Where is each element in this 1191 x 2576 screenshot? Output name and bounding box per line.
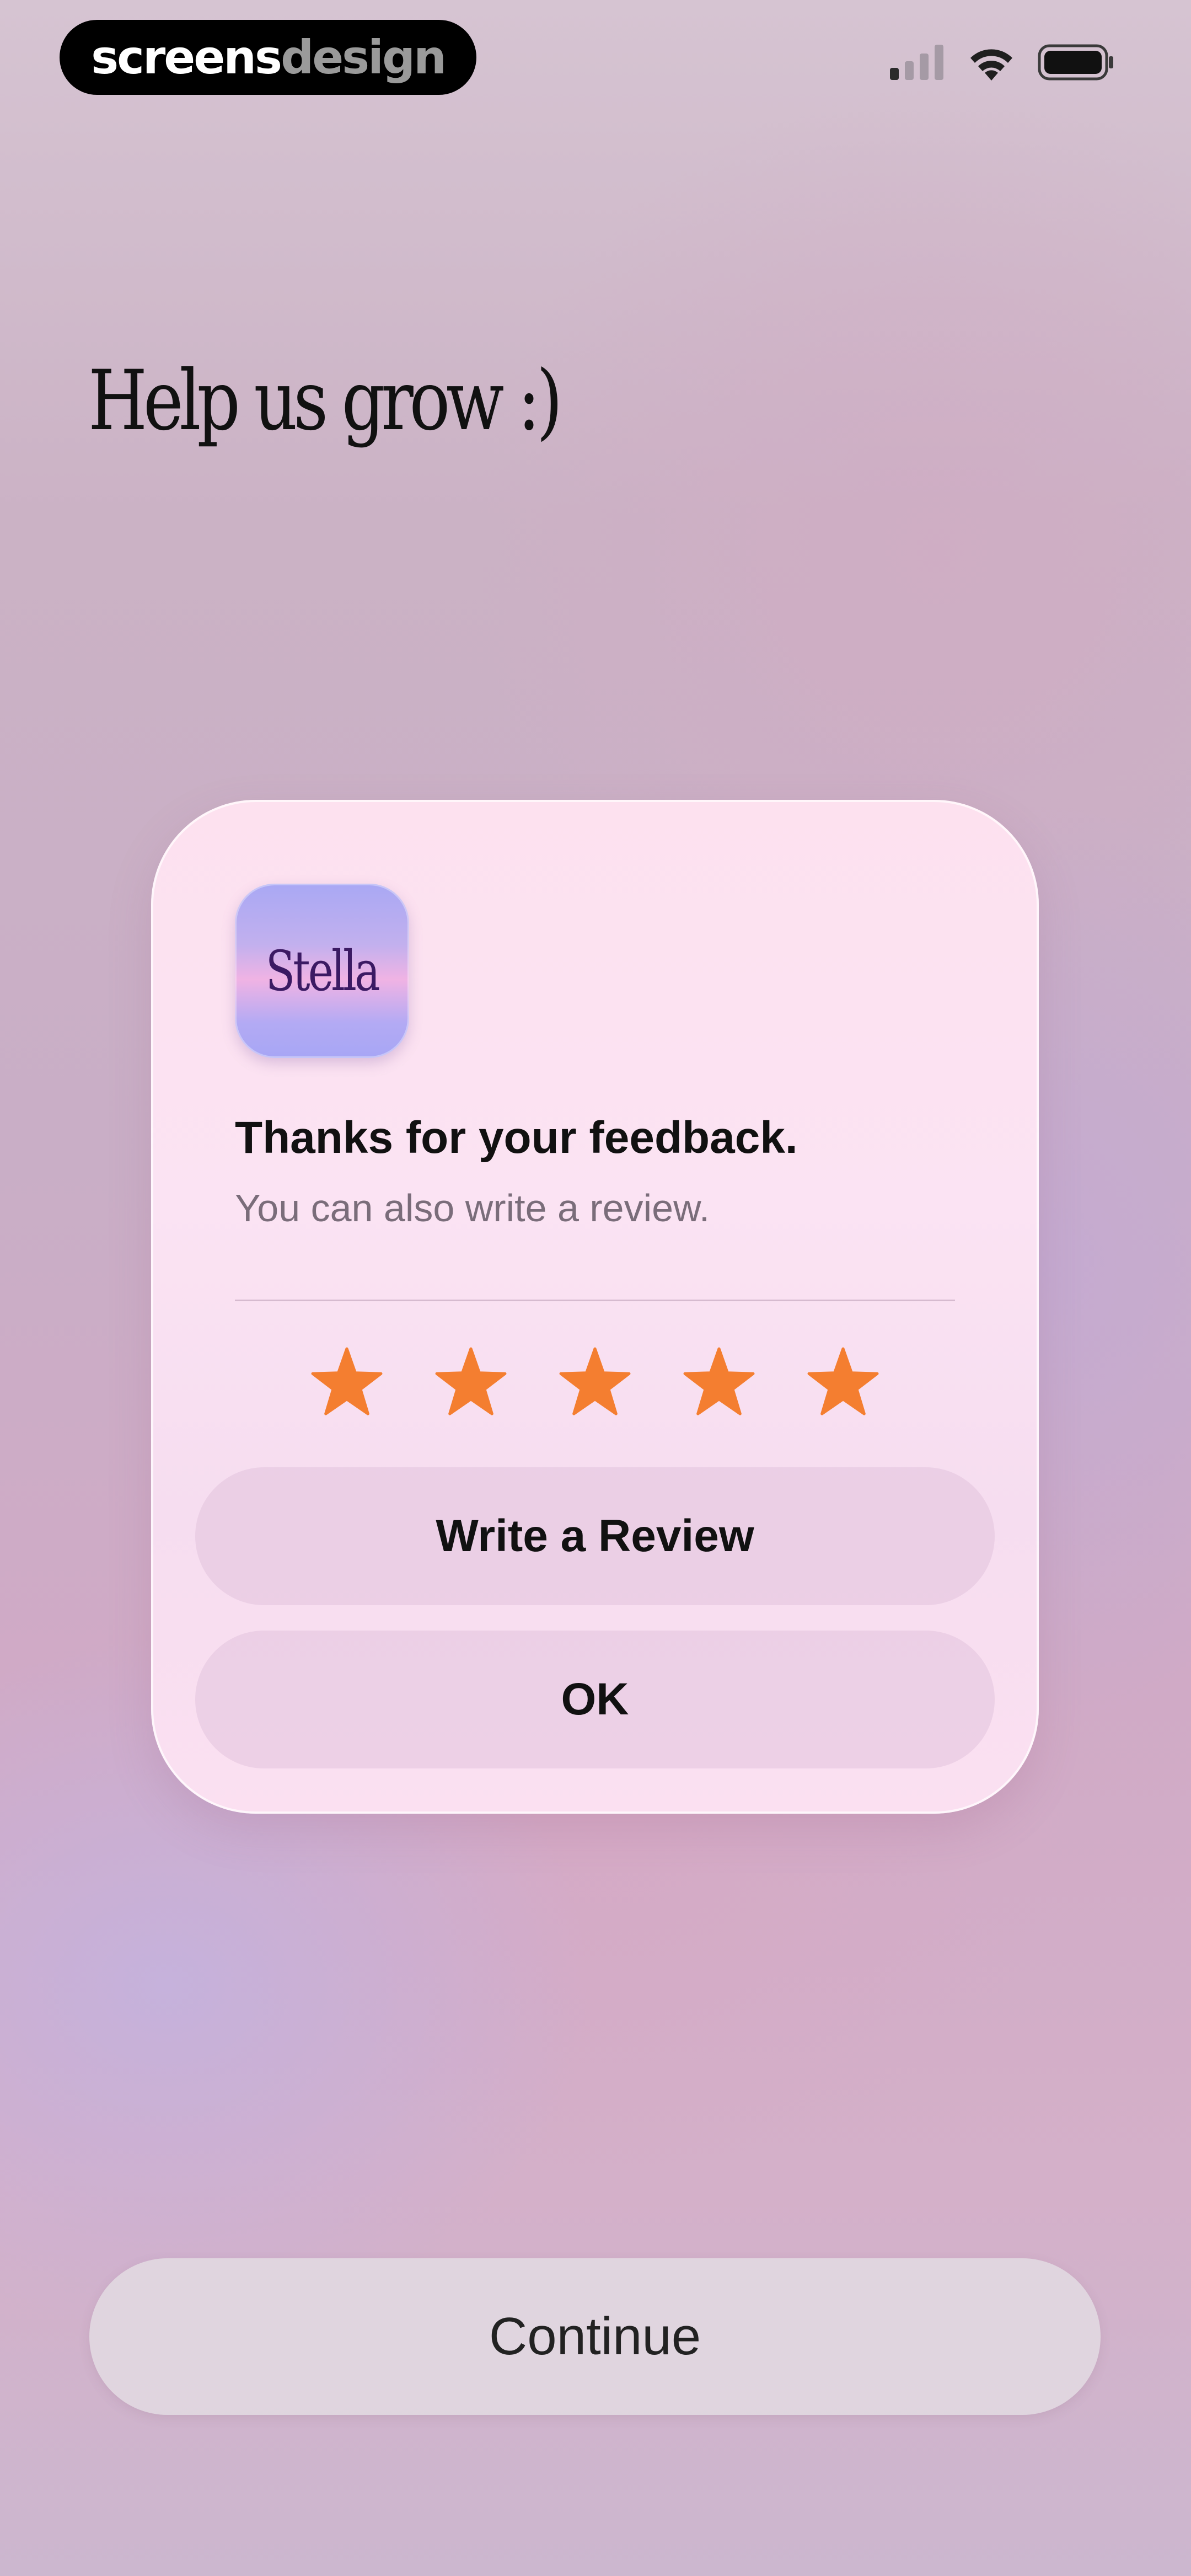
star-rating[interactable] xyxy=(311,1346,890,1423)
rating-dialog: Stella Thanks for your feedback. You can… xyxy=(151,800,1039,1814)
wifi-icon xyxy=(970,49,1012,81)
watermark-part-screens: screens xyxy=(91,30,282,84)
star-icon-3[interactable] xyxy=(559,1346,631,1418)
cellular-signal-icon xyxy=(890,45,943,80)
battery-icon xyxy=(1038,44,1113,81)
star-icon-1[interactable] xyxy=(311,1346,383,1418)
write-review-button[interactable]: Write a Review xyxy=(195,1467,995,1605)
star-icon-4[interactable] xyxy=(683,1346,755,1418)
dialog-subtitle: You can also write a review. xyxy=(235,1187,710,1230)
app-icon: Stella xyxy=(235,884,409,1058)
app-icon-label: Stella xyxy=(266,938,380,1003)
watermark-part-design: design xyxy=(281,30,447,84)
star-icon-5[interactable] xyxy=(807,1346,879,1418)
page-title: Help us grow :) xyxy=(88,353,563,449)
status-bar-icons xyxy=(890,44,1115,81)
star-icon-2[interactable] xyxy=(435,1346,507,1418)
dialog-divider xyxy=(235,1300,955,1301)
continue-button[interactable]: Continue xyxy=(89,2258,1101,2415)
screensdesign-watermark: screens design xyxy=(60,20,476,95)
ok-button[interactable]: OK xyxy=(195,1631,995,1768)
dialog-title: Thanks for your feedback. xyxy=(235,1113,798,1163)
